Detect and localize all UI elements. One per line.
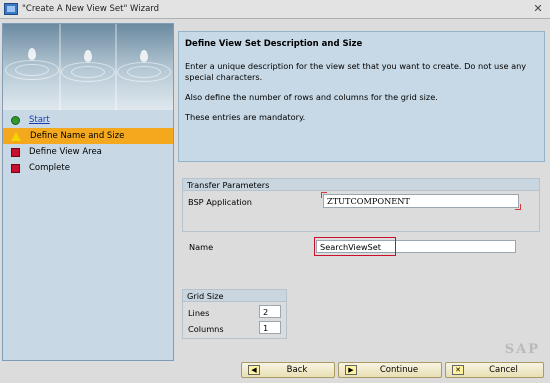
group-title: Grid Size [183, 290, 286, 302]
warning-triangle-icon [11, 131, 21, 141]
name-label: Name [189, 242, 214, 252]
window-title: "Create A New View Set" Wizard [22, 4, 160, 14]
step-label[interactable]: Start [29, 115, 50, 125]
step-define-name-and-size[interactable]: Define Name and Size [3, 128, 173, 144]
cancel-button-label: Cancel [489, 365, 518, 375]
back-arrow-icon: ◀ [248, 365, 260, 375]
instruction-text: Also define the number of rows and colum… [185, 92, 438, 102]
transfer-parameters-group: Transfer Parameters BSP Application ZTUT… [182, 178, 540, 232]
bsp-application-label: BSP Application [188, 197, 252, 207]
continue-button-label: Continue [379, 365, 419, 375]
step-label: Complete [29, 163, 70, 173]
wizard-body: Start Define Name and Size Define View A… [0, 19, 550, 383]
lines-label: Lines [188, 308, 210, 318]
watermark-logo: SAP [504, 342, 540, 357]
step-start[interactable]: Start [3, 112, 173, 128]
step-label: Define Name and Size [30, 131, 125, 141]
columns-input[interactable]: 1 [259, 321, 281, 334]
group-title: Transfer Parameters [183, 179, 539, 191]
step-define-view-area[interactable]: Define View Area [3, 144, 173, 160]
step-complete[interactable]: Complete [3, 160, 173, 176]
back-button-label: Back [286, 365, 308, 375]
instruction-text: Enter a unique description for the view … [185, 61, 527, 82]
columns-label: Columns [188, 324, 224, 334]
red-square-icon [11, 147, 20, 157]
back-button[interactable]: ◀ Back [241, 362, 335, 378]
close-icon[interactable]: ✕ [532, 3, 544, 15]
cancel-x-icon: ✕ [452, 365, 464, 375]
step-label: Define View Area [29, 147, 102, 157]
red-square-icon [11, 163, 20, 173]
lines-input[interactable]: 2 [259, 305, 281, 318]
step-title: Define View Set Description and Size [185, 39, 363, 49]
continue-button[interactable]: ▶ Continue [338, 362, 442, 378]
cancel-button[interactable]: ✕ Cancel [445, 362, 544, 378]
title-bar: "Create A New View Set" Wizard ✕ [0, 0, 550, 19]
step-list: Start Define Name and Size Define View A… [3, 112, 173, 176]
step-navigation-pane: Start Define Name and Size Define View A… [2, 23, 174, 361]
instruction-text: These entries are mandatory. [185, 112, 306, 122]
step-description-panel: Define View Set Description and Size Ent… [178, 31, 545, 162]
bsp-application-field[interactable]: ZTUTCOMPONENT [321, 192, 521, 210]
app-window-icon [4, 3, 18, 15]
grid-size-group: Grid Size Lines 2 Columns 1 [182, 289, 287, 339]
green-dot-icon [11, 115, 20, 125]
continue-arrow-icon: ▶ [345, 365, 357, 375]
name-highlight-box [314, 237, 396, 256]
water-drop-banner [3, 24, 173, 110]
